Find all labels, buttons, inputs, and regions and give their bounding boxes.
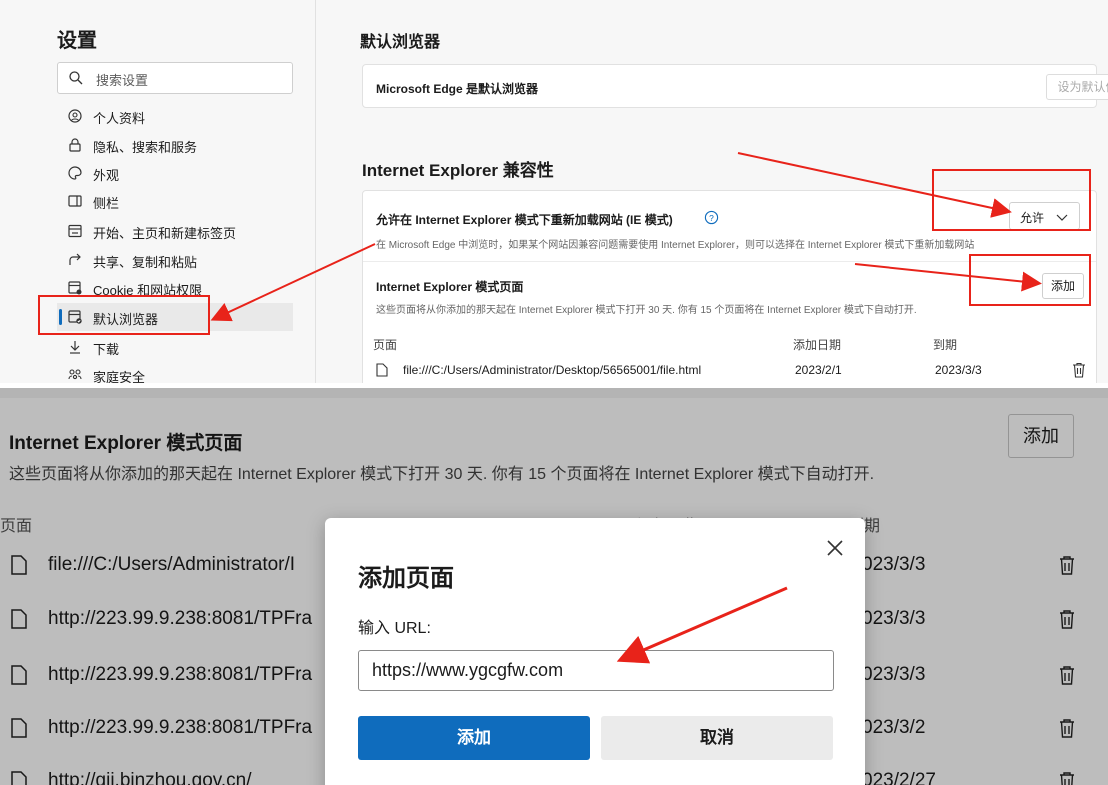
sidebar-item-appearance[interactable]: 外观 (57, 159, 293, 187)
dialog-add-button[interactable]: 添加 (358, 716, 590, 760)
column-page: 页面 (373, 338, 398, 352)
lock-icon (69, 138, 81, 152)
search-icon (69, 71, 83, 85)
sidebar-item-family[interactable]: 家庭安全 (57, 361, 293, 383)
sidebar-item-profile[interactable]: 个人资料 (57, 102, 293, 130)
default-browser-status: Microsoft Edge 是默认浏览器 (376, 82, 539, 96)
search-input[interactable]: 搜索设置 (57, 62, 293, 94)
settings-title: 设置 (57, 30, 97, 52)
url-input[interactable]: https://www.ygcgfw.com (358, 650, 834, 691)
highlight-box-default-browser (38, 295, 210, 335)
help-icon[interactable]: ? (704, 210, 719, 225)
ie-pages-desc: 这些页面将从你添加的那天起在 Internet Explorer 模式下打开 3… (376, 305, 917, 316)
ie-compat-heading: Internet Explorer 兼容性 (362, 161, 554, 180)
column-added: 添加日期 (793, 338, 842, 352)
set-default-button[interactable]: 设为默认值 (1046, 74, 1108, 100)
sidebar-item-downloads[interactable]: 下载 (57, 333, 293, 361)
ie-pages-title: Internet Explorer 模式页面 (376, 280, 524, 294)
default-browser-card: Microsoft Edge 是默认浏览器 设为默认值 (362, 64, 1108, 108)
sidebar-item-label: 外观 (93, 168, 120, 183)
profile-icon (68, 109, 82, 123)
sidebar-item-label: 家庭安全 (93, 370, 146, 383)
sidebar-icon (68, 195, 82, 207)
download-icon (70, 341, 80, 354)
sidebar-item-share[interactable]: 共享、复制和粘贴 (57, 246, 293, 274)
sidebar-item-label: 个人资料 (93, 111, 146, 126)
sidebar-item-sidebar[interactable]: 侧栏 (57, 187, 293, 215)
row-added: 2023/2/1 (795, 363, 842, 377)
highlight-box-allow (932, 169, 1091, 231)
add-page-panel-bottom: Internet Explorer 模式页面 这些页面将从你添加的那天起在 In… (0, 388, 1108, 785)
sidebar-item-label: 侧栏 (93, 196, 120, 211)
sidebar-item-label: 开始、主页和新建标签页 (93, 226, 237, 241)
file-icon (376, 363, 388, 377)
sidebar-item-start-home[interactable]: 开始、主页和新建标签页 (57, 217, 293, 245)
ie-reload-title: 允许在 Internet Explorer 模式下重新加载网站 (IE 模式) (376, 213, 673, 227)
family-icon (68, 369, 82, 380)
url-label: 输入 URL: (358, 620, 431, 637)
default-browser-heading: 默认浏览器 (360, 34, 441, 51)
sidebar-item-label: 下载 (93, 342, 120, 357)
row-url: file:///C:/Users/Administrator/Desktop/5… (403, 363, 702, 377)
share-icon (69, 253, 81, 265)
sidebar-item-label: 共享、复制和粘贴 (93, 255, 198, 270)
add-page-dialog: 添加页面 输入 URL: https://www.ygcgfw.com 添加 取… (325, 518, 865, 785)
column-expires: 到期 (933, 338, 958, 352)
palette-icon (68, 166, 82, 180)
search-placeholder: 搜索设置 (96, 73, 149, 88)
ie-reload-desc: 在 Microsoft Edge 中浏览时，如果某个网站因兼容问题需要使用 In… (376, 240, 975, 251)
settings-panel-top: 设置 搜索设置 个人资料 隐私、搜索和服务 外观 侧栏 开始、主页和新建标签页 … (0, 0, 1108, 383)
highlight-box-add (969, 254, 1091, 306)
svg-text:?: ? (709, 213, 714, 223)
home-tab-icon (68, 224, 82, 238)
sidebar-item-privacy[interactable]: 隐私、搜索和服务 (57, 131, 293, 159)
sidebar-item-label: 隐私、搜索和服务 (93, 140, 198, 155)
close-icon[interactable] (823, 536, 847, 560)
cookie-permissions-icon (68, 281, 82, 295)
dialog-title: 添加页面 (358, 565, 454, 592)
dialog-cancel-button[interactable]: 取消 (601, 716, 833, 760)
row-expires: 2023/3/3 (935, 363, 982, 377)
trash-icon[interactable] (1072, 362, 1086, 378)
